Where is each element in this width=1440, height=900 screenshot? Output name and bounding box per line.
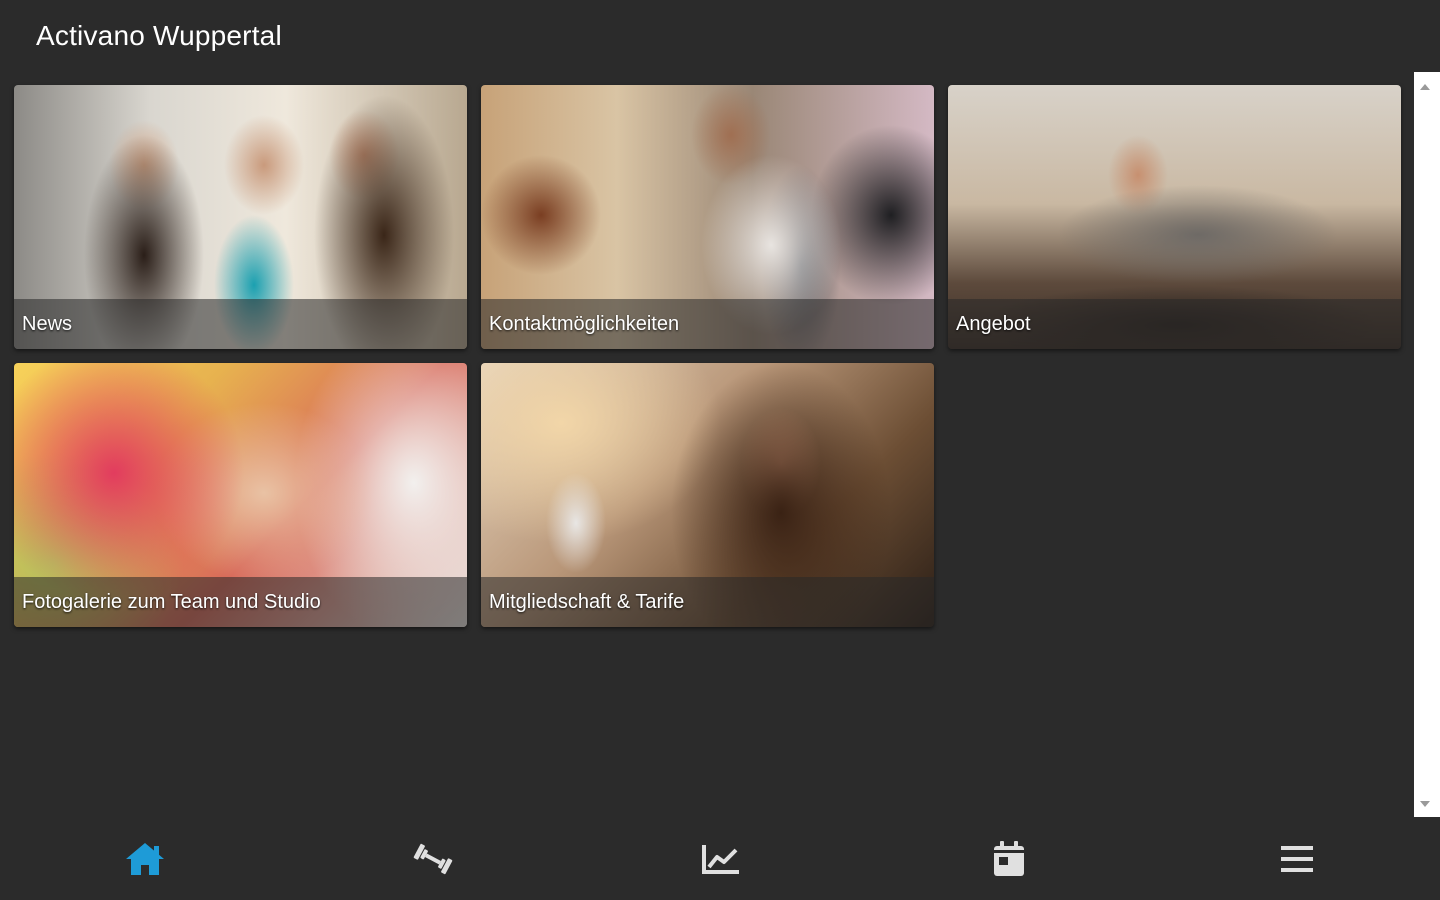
dumbbell-icon xyxy=(413,843,453,875)
scroll-down-arrow-icon[interactable] xyxy=(1420,801,1430,807)
nav-home[interactable] xyxy=(121,837,169,881)
tile-news[interactable]: News xyxy=(14,85,467,349)
tile-label: Kontaktmöglichkeiten xyxy=(481,299,934,349)
hamburger-menu-icon xyxy=(1281,846,1313,872)
page-title: Activano Wuppertal xyxy=(36,20,282,51)
chart-line-icon xyxy=(702,845,739,874)
home-icon xyxy=(126,843,164,875)
scroll-up-arrow-icon[interactable] xyxy=(1420,84,1430,90)
tile-mitgliedschaft[interactable]: Mitgliedschaft & Tarife xyxy=(481,363,934,627)
tile-label: Fotogalerie zum Team und Studio xyxy=(14,577,467,627)
nav-menu[interactable] xyxy=(1273,837,1321,881)
app-header: Activano Wuppertal xyxy=(0,0,1440,72)
tile-angebot[interactable]: Angebot xyxy=(948,85,1401,349)
tile-label: News xyxy=(14,299,467,349)
tile-label: Angebot xyxy=(948,299,1401,349)
nav-training[interactable] xyxy=(409,837,457,881)
tile-kontaktmoeglichkeiten[interactable]: Kontaktmöglichkeiten xyxy=(481,85,934,349)
bottom-navigation xyxy=(0,817,1440,900)
nav-calendar[interactable] xyxy=(985,837,1033,881)
nav-progress[interactable] xyxy=(697,837,745,881)
calendar-icon xyxy=(994,841,1024,876)
tile-label: Mitgliedschaft & Tarife xyxy=(481,577,934,627)
vertical-scrollbar[interactable] xyxy=(1414,72,1440,817)
tile-grid: News Kontaktmöglichkeiten Angebot Fotoga… xyxy=(0,72,1414,817)
tile-fotogalerie[interactable]: Fotogalerie zum Team und Studio xyxy=(14,363,467,627)
